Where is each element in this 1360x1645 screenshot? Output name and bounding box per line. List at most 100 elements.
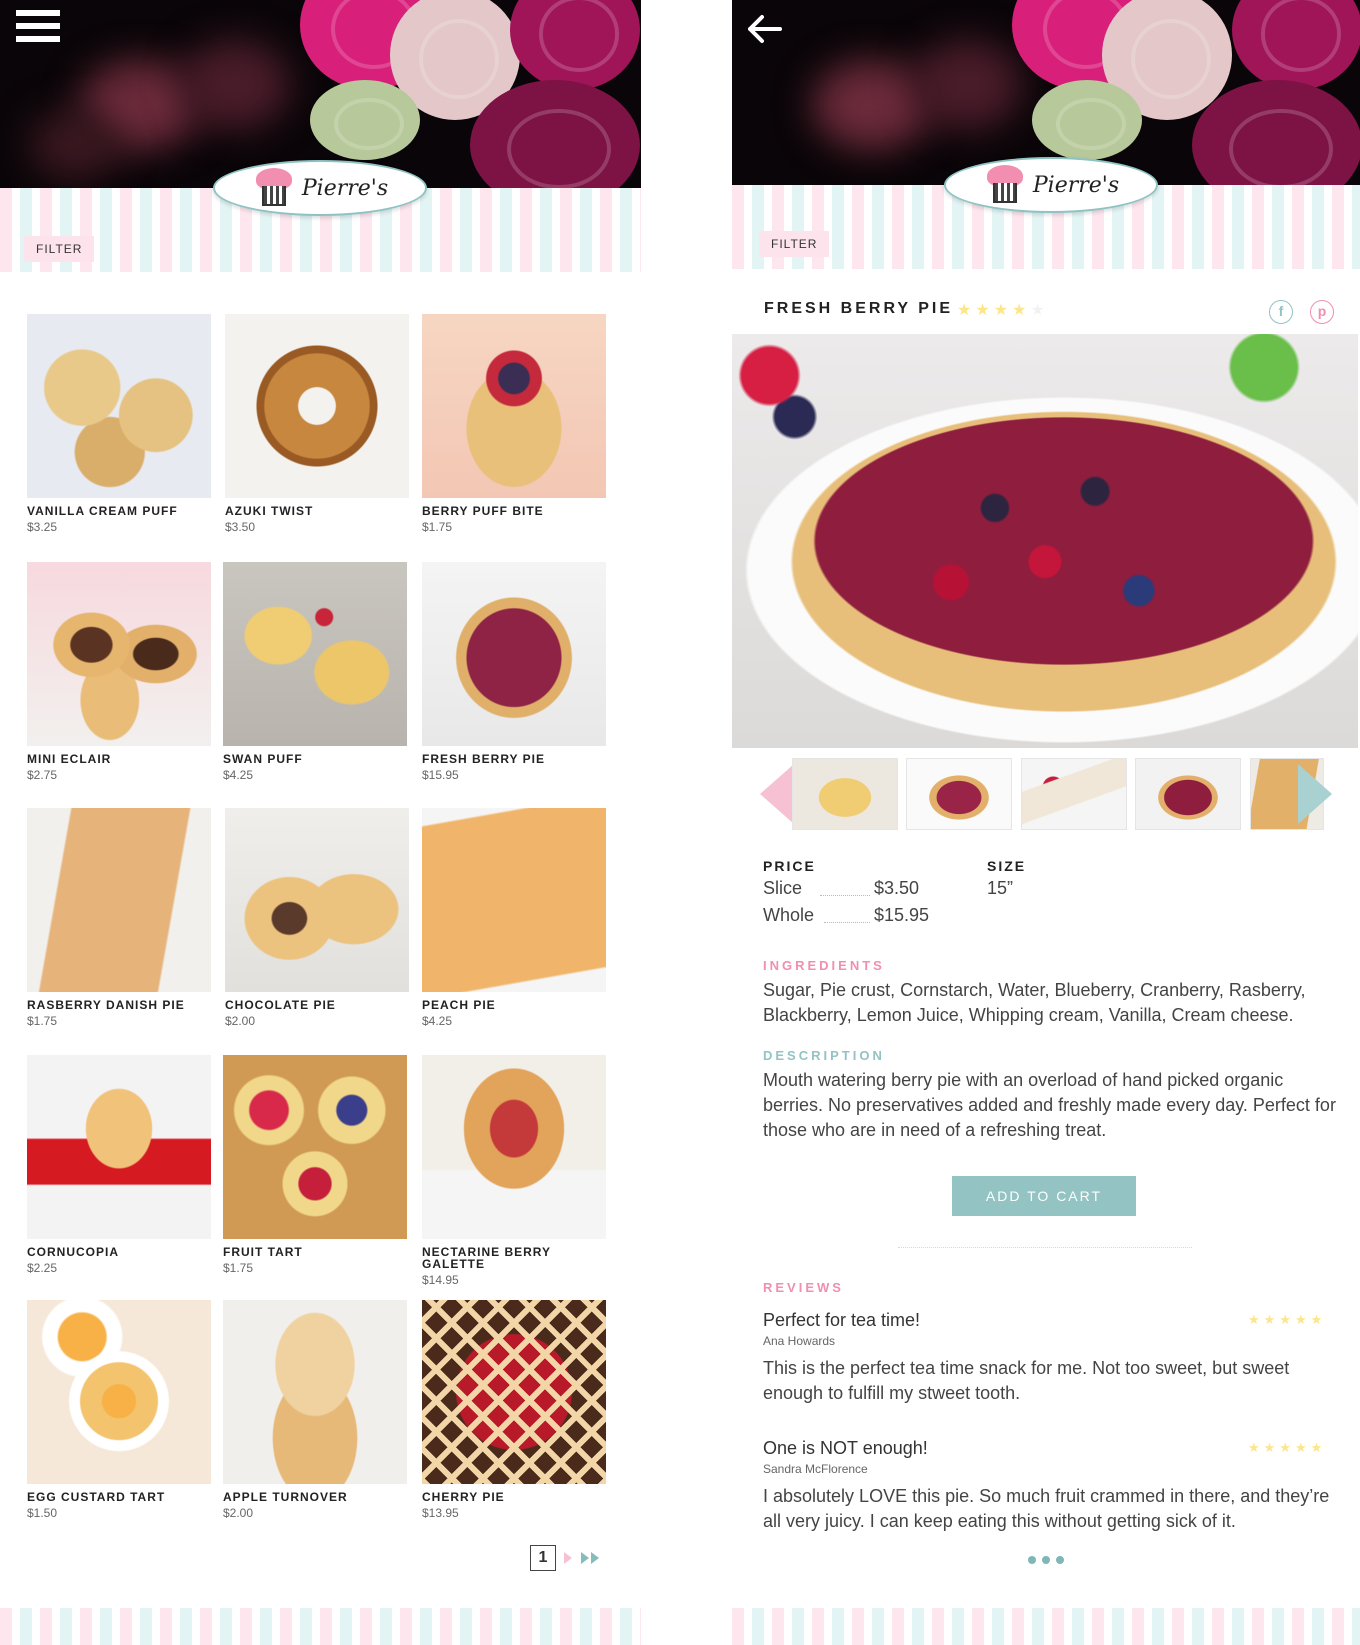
product-image[interactable]	[223, 1300, 407, 1484]
product-card[interactable]: NECTARINE BERRY GALETTE $14.95	[422, 1055, 612, 1287]
current-page[interactable]: 1	[530, 1545, 556, 1571]
star-filled-icon: ★	[1294, 1440, 1307, 1455]
reviews-label: REVIEWS	[763, 1280, 844, 1295]
more-reviews-dots-icon[interactable]	[1028, 1556, 1064, 1564]
product-card[interactable]: PEACH PIE $4.25	[422, 808, 612, 1028]
brand-logo[interactable]: Pierre's	[213, 160, 427, 216]
carousel-thumbnail[interactable]	[792, 758, 898, 830]
review-rating: ★ ★ ★ ★ ★	[1248, 1440, 1322, 1456]
product-name: FRUIT TART	[223, 1245, 303, 1259]
product-name: VANILLA CREAM PUFF	[27, 504, 178, 518]
carousel-thumbnail[interactable]	[1135, 758, 1241, 830]
product-card[interactable]: CORNUCOPIA $2.25	[27, 1055, 217, 1275]
filter-button[interactable]: FILTER	[24, 236, 95, 262]
back-arrow-icon[interactable]	[744, 12, 784, 46]
product-price: $4.25	[422, 1014, 453, 1028]
carousel-thumbnail[interactable]	[906, 758, 1012, 830]
product-name: MINI ECLAIR	[27, 752, 112, 766]
product-image[interactable]	[27, 314, 211, 498]
product-card[interactable]: APPLE TURNOVER $2.00	[223, 1300, 413, 1520]
product-card[interactable]: FRESH BERRY PIE $15.95	[422, 562, 612, 782]
product-card[interactable]: CHERRY PIE $13.95	[422, 1300, 612, 1520]
brand-name: Pierre's	[1032, 172, 1120, 198]
triangle-right-icon[interactable]	[1298, 764, 1332, 824]
star-filled-icon: ★	[1248, 1440, 1260, 1455]
product-image[interactable]	[422, 314, 606, 498]
product-image[interactable]	[27, 808, 211, 992]
divider	[898, 1247, 1192, 1248]
menu-icon[interactable]	[16, 10, 60, 44]
product-card[interactable]: CHOCOLATE PIE $2.00	[225, 808, 415, 1028]
product-price: $2.75	[27, 768, 58, 782]
product-detail-screen: Pierre's FILTER FRESH BERRY PIE ★ ★ ★ ★ ★ f …	[732, 0, 1360, 1645]
review-author: Sandra McFlorence	[763, 1462, 868, 1476]
product-rating: ★ ★ ★ ★ ★	[957, 300, 1045, 320]
product-image[interactable]	[422, 1055, 606, 1239]
product-price: $15.95	[422, 768, 459, 782]
product-title: FRESH BERRY PIE	[764, 300, 954, 317]
facebook-icon[interactable]: f	[1269, 300, 1293, 324]
product-name: APPLE TURNOVER	[223, 1490, 348, 1504]
price-option-label: Whole	[763, 905, 815, 925]
carousel-thumbnail[interactable]	[1021, 758, 1127, 830]
size-label: SIZE	[987, 858, 1027, 874]
price-option-label: Slice	[763, 878, 803, 898]
product-card[interactable]: SWAN PUFF $4.25	[223, 562, 413, 782]
product-image[interactable]	[422, 1300, 606, 1484]
description-text: Mouth watering berry pie with an overloa…	[763, 1070, 1336, 1140]
product-price: $3.50	[225, 520, 256, 534]
star-filled-icon: ★	[1294, 1312, 1307, 1327]
product-card[interactable]: BERRY PUFF BITE $1.75	[422, 314, 612, 534]
review-title: Perfect for tea time!	[763, 1310, 921, 1330]
product-card[interactable]: EGG CUSTARD TART $1.50	[27, 1300, 217, 1520]
product-card[interactable]: AZUKI TWIST $3.50	[225, 314, 415, 534]
product-name: AZUKI TWIST	[225, 504, 314, 518]
product-card[interactable]: MINI ECLAIR $2.75	[27, 562, 217, 782]
product-image[interactable]	[27, 562, 211, 746]
review-author: Ana Howards	[763, 1334, 836, 1348]
filter-button[interactable]: FILTER	[759, 231, 830, 257]
image-carousel	[760, 758, 1332, 830]
review-body: I absolutely LOVE this pie. So much frui…	[763, 1486, 1330, 1531]
product-image[interactable]	[225, 808, 409, 992]
product-image[interactable]	[223, 1055, 407, 1239]
dotted-leader	[820, 895, 870, 896]
product-list-screen: Pierre's FILTER VANILLA CREAM PUFF $3.25…	[0, 0, 641, 1645]
product-card[interactable]: VANILLA CREAM PUFF $3.25	[27, 314, 217, 534]
product-main-image[interactable]	[732, 334, 1358, 748]
double-chevron-right-icon[interactable]	[580, 1551, 602, 1565]
review-title: One is NOT enough!	[763, 1438, 928, 1458]
price-value-slice: $3.50	[874, 878, 920, 898]
product-name: CHOCOLATE PIE	[225, 998, 336, 1012]
triangle-left-icon[interactable]	[760, 764, 794, 824]
star-filled-icon: ★	[1310, 1312, 1323, 1327]
product-image[interactable]	[422, 562, 606, 746]
star-filled-icon: ★	[957, 302, 972, 319]
footer-stripe-band	[732, 1608, 1360, 1645]
review-body: This is the perfect tea time snack for m…	[763, 1358, 1290, 1403]
size-value: 15”	[987, 878, 1014, 898]
description-label: DESCRIPTION	[763, 1048, 885, 1063]
cupcake-icon	[252, 168, 296, 208]
brand-logo[interactable]: Pierre's	[944, 157, 1158, 213]
star-empty-icon: ★	[1030, 302, 1045, 319]
star-filled-icon: ★	[1012, 302, 1027, 319]
product-card[interactable]: FRUIT TART $1.75	[223, 1055, 413, 1275]
product-name: CORNUCOPIA	[27, 1245, 120, 1259]
product-image[interactable]	[422, 808, 606, 992]
product-image[interactable]	[27, 1055, 211, 1239]
product-image[interactable]	[27, 1300, 211, 1484]
product-card[interactable]: RASBERRY DANISH PIE $1.75	[27, 808, 217, 1028]
star-filled-icon: ★	[1310, 1440, 1323, 1455]
ingredients-text: Sugar, Pie crust, Cornstarch, Water, Blu…	[763, 980, 1306, 1025]
pinterest-icon[interactable]: p	[1310, 300, 1334, 324]
cupcake-icon	[983, 165, 1027, 205]
star-filled-icon: ★	[975, 302, 990, 319]
product-image[interactable]	[225, 314, 409, 498]
product-price: $14.95	[422, 1273, 459, 1287]
price-row-whole: Whole	[763, 905, 814, 926]
add-to-cart-button[interactable]: ADD TO CART	[952, 1176, 1136, 1216]
star-filled-icon: ★	[1279, 1440, 1291, 1455]
product-image[interactable]	[223, 562, 407, 746]
chevron-right-icon[interactable]	[562, 1551, 574, 1565]
